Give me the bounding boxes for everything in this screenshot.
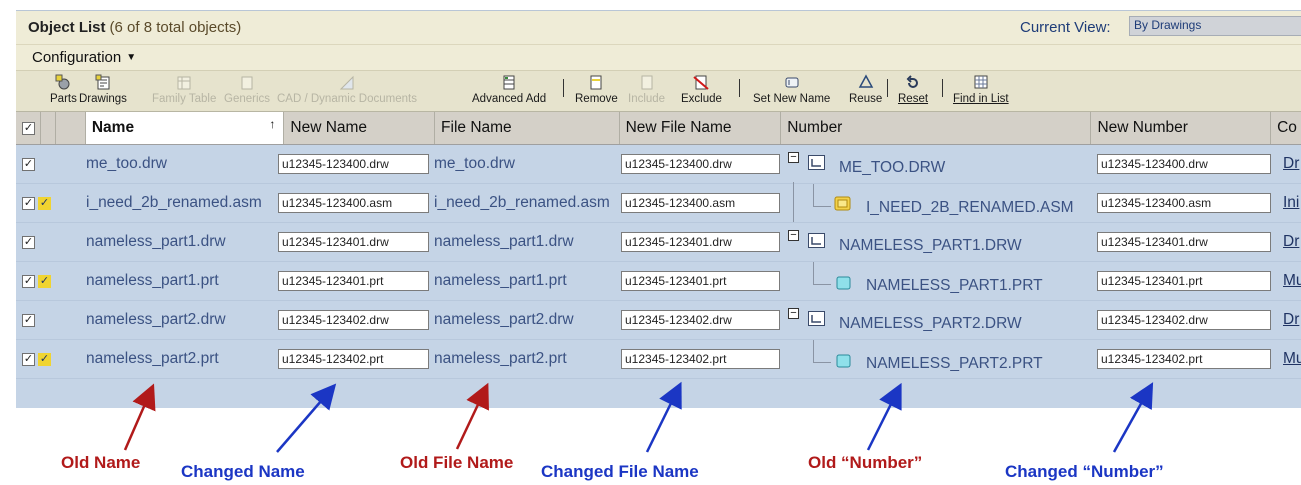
old-file-name-arrow xyxy=(455,382,489,450)
old-number-arrow xyxy=(866,382,902,451)
changed-number-arrow xyxy=(1112,382,1154,453)
old-number-annotation: Old “Number” xyxy=(808,453,923,472)
old-name-annotation: Old Name xyxy=(61,453,141,472)
changed-file-name-annotation: Changed File Name xyxy=(541,462,699,481)
changed-name-annotation: Changed Name xyxy=(181,462,305,481)
changed-number-annotation: Changed “Number” xyxy=(1005,462,1164,481)
changed-name-arrow xyxy=(276,383,337,453)
annotation-arrows xyxy=(123,381,1154,453)
old-file-name-annotation: Old File Name xyxy=(400,453,514,472)
old-name-arrow xyxy=(123,383,156,451)
changed-file-name-arrow xyxy=(645,381,682,453)
